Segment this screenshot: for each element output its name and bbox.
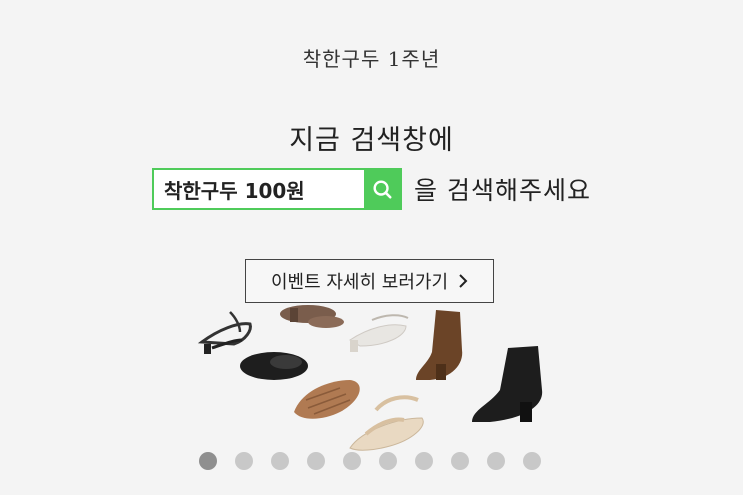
search-prompt-row: 착한구두 100원 을 검색해주세요 xyxy=(152,168,591,210)
carousel-pagination xyxy=(199,452,541,470)
chevron-right-icon xyxy=(459,274,468,288)
carousel-dot[interactable] xyxy=(379,452,397,470)
carousel-dot[interactable] xyxy=(343,452,361,470)
search-icon xyxy=(373,180,392,199)
carousel-dot[interactable] xyxy=(451,452,469,470)
carousel-dot[interactable] xyxy=(523,452,541,470)
carousel-dot[interactable] xyxy=(307,452,325,470)
carousel-dot[interactable] xyxy=(235,452,253,470)
strappy-sandal-image xyxy=(197,311,252,354)
white-slingback-image xyxy=(349,314,409,352)
event-details-label: 이벤트 자세히 보러가기 xyxy=(270,272,449,293)
carousel-dot[interactable] xyxy=(271,452,289,470)
shoes-product-image xyxy=(197,305,543,451)
search-query-text[interactable]: 착한구두 100원 xyxy=(154,170,364,208)
black-boot-image xyxy=(472,346,543,422)
black-flat-image xyxy=(240,352,308,380)
woven-mule-image xyxy=(294,380,360,419)
carousel-dot[interactable] xyxy=(415,452,433,470)
carousel-dot[interactable] xyxy=(487,452,505,470)
brown-boot-image xyxy=(416,310,463,380)
brown-mule-image xyxy=(280,305,344,328)
search-suffix-text: 을 검색해주세요 xyxy=(414,176,591,205)
carousel-dot[interactable] xyxy=(199,452,217,470)
search-button[interactable] xyxy=(364,170,400,208)
banner-top-title: 착한구두 1주년 xyxy=(302,47,441,71)
beige-sandal-image xyxy=(349,395,424,451)
event-details-button[interactable]: 이벤트 자세히 보러가기 xyxy=(245,259,494,303)
banner-headline: 지금 검색창에 xyxy=(289,125,454,156)
search-box[interactable]: 착한구두 100원 xyxy=(152,168,402,210)
